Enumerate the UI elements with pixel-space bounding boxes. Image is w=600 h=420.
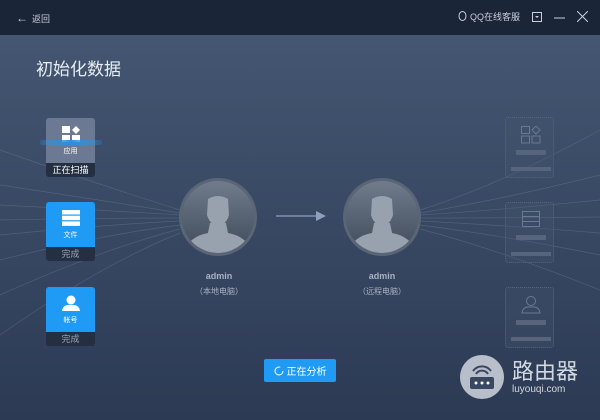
item-card-files[interactable]: 文件 完成 <box>46 202 95 261</box>
item-card-apps[interactable]: 应用 正在扫描 <box>46 118 95 177</box>
files-icon <box>522 211 540 227</box>
back-button[interactable]: ← 返回 <box>16 11 50 25</box>
item-status: 正在扫描 <box>46 163 95 177</box>
apps-icon <box>521 126 541 144</box>
local-role: （本地电脑） <box>195 287 243 296</box>
files-icon <box>61 209 80 226</box>
analyze-button[interactable]: 正在分析 <box>264 359 336 382</box>
qq-support-link[interactable]: QQ在线客服 <box>458 10 520 23</box>
remote-slot-files <box>505 202 554 263</box>
local-avatar <box>179 178 257 256</box>
user-icon <box>61 295 80 311</box>
remote-avatar <box>343 178 421 256</box>
user-icon <box>521 296 541 314</box>
item-label: 应用 <box>63 147 78 155</box>
local-user: admin （本地电脑） <box>169 271 269 297</box>
back-label: 返回 <box>32 13 51 24</box>
arrow-right-icon <box>276 211 326 221</box>
qq-icon <box>458 11 467 21</box>
qq-support-label: QQ在线客服 <box>469 12 520 22</box>
item-status: 完成 <box>46 247 95 261</box>
remote-role: （远程电脑） <box>358 287 406 296</box>
title-bar: ← 返回 QQ在线客服 <box>0 0 600 35</box>
minimize-icon[interactable] <box>554 12 565 22</box>
item-status: 完成 <box>46 332 95 346</box>
download-icon[interactable] <box>532 11 542 22</box>
arrow-left-icon: ← <box>16 11 28 25</box>
scan-progress-bar <box>40 140 102 145</box>
remote-username: admin <box>368 271 396 281</box>
main-panel: 初始化数据 应用 正在扫描 文件 完成 帐号 完成 admin （本地电脑） ad… <box>0 35 600 420</box>
item-card-accounts[interactable]: 帐号 完成 <box>46 287 95 346</box>
remote-slot-accounts <box>505 287 554 348</box>
page-title: 初始化数据 <box>36 60 121 79</box>
local-username: admin <box>205 271 233 281</box>
remote-user: admin （远程电脑） <box>332 271 432 297</box>
user-silhouette-icon <box>182 196 254 253</box>
watermark-logo: 路由器 luyouqi.com <box>460 355 578 399</box>
item-label: 文件 <box>63 231 78 239</box>
refresh-icon <box>274 366 283 375</box>
remote-slot-apps <box>505 117 554 178</box>
analyze-label: 正在分析 <box>286 367 327 378</box>
close-icon[interactable] <box>577 11 588 22</box>
router-icon <box>460 355 504 399</box>
user-silhouette-icon <box>346 196 418 253</box>
item-label: 帐号 <box>63 316 78 324</box>
